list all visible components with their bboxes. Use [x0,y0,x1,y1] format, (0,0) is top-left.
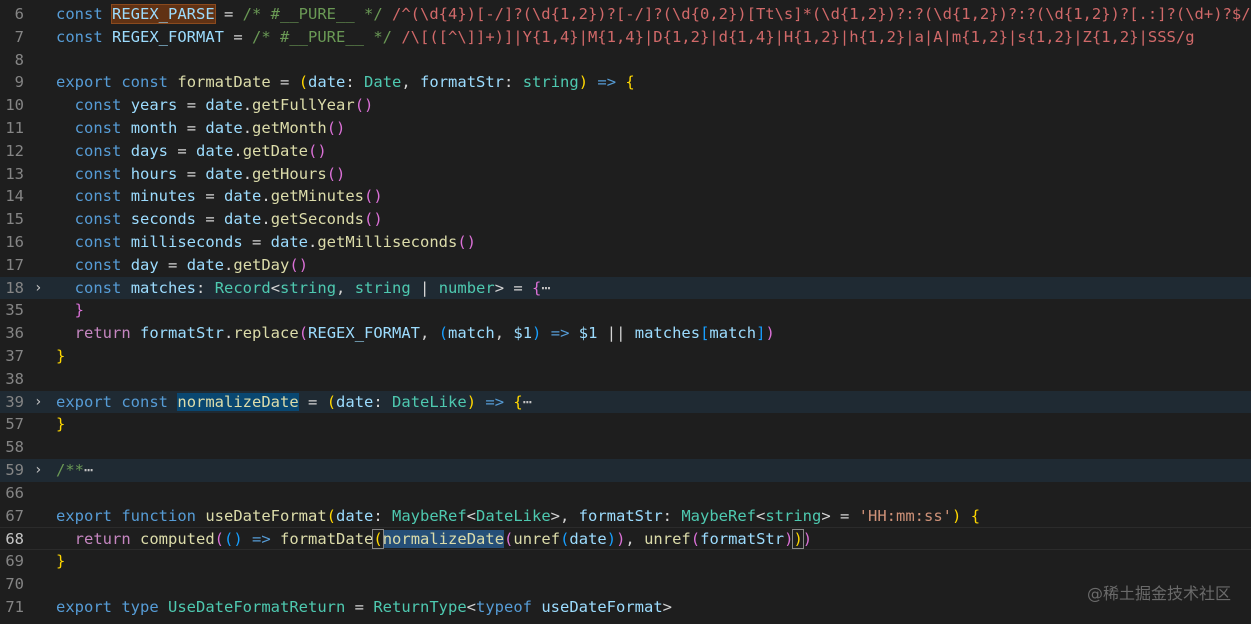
code-text: const seconds = date.getSeconds() [74,210,383,229]
line-number: 37 [5,346,24,365]
code-text: export function useDateFormat(date: Mayb… [56,506,981,525]
code-line[interactable]: 16 const milliseconds = date.getMillisec… [0,231,1251,254]
code-editor[interactable]: 6 const REGEX_PARSE = /* #__PURE__ */ /^(… [0,3,1251,619]
code-line[interactable]: 10 const years = date.getFullYear() [0,94,1251,117]
line-number: 36 [5,324,24,343]
code-line[interactable]: 18 › const matches: Record<string, string… [0,276,1251,300]
line-number: 57 [5,415,24,434]
code-text: return computed(() => formatDate(normali… [74,529,813,550]
code-text: const matches: Record<string, string | n… [74,278,551,297]
code-line[interactable]: 39 › export const normalizeDate = (date: D… [0,390,1251,414]
line-number: 69 [5,552,24,571]
line-number: 70 [5,574,24,593]
code-text: export const normalizeDate = (date: Date… [56,392,533,411]
line-number: 10 [5,96,24,115]
code-line[interactable]: 14 const minutes = date.getMinutes() [0,185,1251,208]
code-text: export const formatDate = (date: Date, f… [56,73,635,92]
code-line[interactable]: 57} [0,413,1251,436]
code-line[interactable]: 69} [0,550,1251,573]
line-number: 18 [5,278,24,297]
code-text: const REGEX_PARSE = /* #__PURE__ */ /^(\… [56,4,1251,24]
watermark: @稀土掘金技术社区 [1086,584,1231,603]
code-line[interactable]: 71 export type UseDateFormatReturn = Retu… [0,596,1251,619]
line-number: 15 [5,210,24,229]
code-text: } [56,415,66,434]
code-line[interactable]: 68 return computed(() => formatDate(norm… [0,527,1251,551]
line-number: 59 [5,460,24,479]
code-text: const month = date.getMonth() [74,118,346,137]
line-number: 35 [5,301,24,320]
code-line[interactable]: 11 const month = date.getMonth() [0,117,1251,140]
code-text: const years = date.getFullYear() [74,96,374,115]
line-number: 7 [14,27,24,46]
code-text: const milliseconds = date.getMillisecond… [74,232,476,251]
line-number: 8 [14,50,24,69]
code-line[interactable]: 36 return formatStr.replace(REGEX_FORMAT… [0,322,1251,345]
chevron-right-icon[interactable]: › [34,277,48,300]
code-line[interactable]: 8 [0,49,1251,72]
code-line[interactable]: 17 const day = date.getDay() [0,254,1251,277]
code-line[interactable]: 35 } [0,299,1251,322]
code-line[interactable]: 37} [0,345,1251,368]
line-number: 14 [5,187,24,206]
code-text: const day = date.getDay() [74,255,309,274]
line-number: 6 [14,5,24,23]
code-line[interactable]: 6 const REGEX_PARSE = /* #__PURE__ */ /^(… [0,3,1251,26]
line-number: 39 [5,392,24,411]
code-text: const days = date.getDate() [74,141,327,160]
code-text: } [74,301,85,320]
code-text: export type UseDateFormatReturn = Return… [56,597,673,616]
line-number: 16 [5,232,24,251]
code-line[interactable]: 67 export function useDateFormat(date: Ma… [0,505,1251,528]
code-line[interactable]: 12 const days = date.getDate() [0,140,1251,163]
line-number: 9 [14,73,24,92]
code-line[interactable]: 70 [0,573,1251,596]
line-number: 58 [5,438,24,457]
line-number: 68 [5,530,24,549]
line-number: 17 [5,255,24,274]
code-line[interactable]: 7 const REGEX_FORMAT = /* #__PURE__ */ /\… [0,26,1251,49]
code-text: } [56,346,66,365]
chevron-right-icon[interactable]: › [34,391,48,414]
line-number: 11 [5,118,24,137]
chevron-right-icon[interactable]: › [34,459,48,482]
line-number: 38 [5,369,24,388]
line-number: 67 [5,506,24,525]
code-text: const REGEX_FORMAT = /* #__PURE__ */ /\[… [56,27,1195,46]
code-text: } [56,552,66,571]
code-text: return formatStr.replace(REGEX_FORMAT, (… [74,324,775,343]
code-line[interactable]: 59 › /**⋯ [0,458,1251,482]
line-number: 71 [5,597,24,616]
code-text: const hours = date.getHours() [74,164,346,183]
line-number: 12 [5,141,24,160]
line-number: 66 [5,483,24,502]
code-line[interactable]: 13 const hours = date.getHours() [0,163,1251,186]
code-text: /**⋯ [56,460,94,479]
code-line[interactable]: 15 const seconds = date.getSeconds() [0,208,1251,231]
line-number: 13 [5,164,24,183]
code-line[interactable]: 66 [0,482,1251,505]
code-line[interactable]: 9 export const formatDate = (date: Date, … [0,71,1251,94]
code-line[interactable]: 38 [0,368,1251,391]
code-text: const minutes = date.getMinutes() [74,187,383,206]
code-line[interactable]: 58 [0,436,1251,459]
